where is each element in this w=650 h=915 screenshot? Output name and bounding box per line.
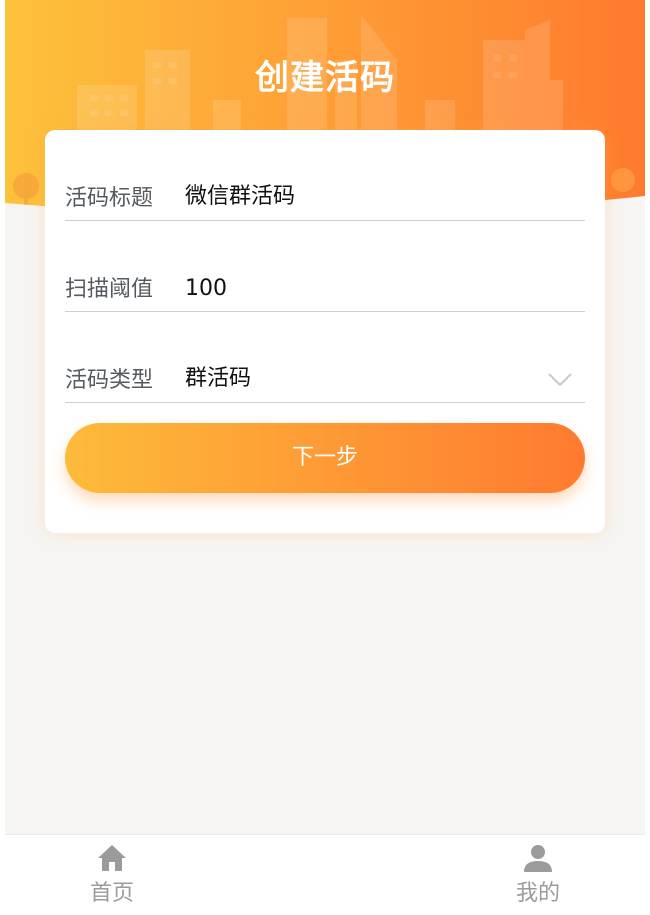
page-title: 创建活码 <box>255 58 395 98</box>
title-field-input[interactable]: 微信群活码 <box>185 178 295 210</box>
tab-home[interactable]: 首页 <box>72 843 152 907</box>
user-icon <box>524 845 552 872</box>
title-field-label: 活码标题 <box>65 186 154 211</box>
tab-mine-label: 我的 <box>515 881 560 906</box>
type-field-label: 活码类型 <box>65 368 154 393</box>
next-step-button[interactable]: 下一步 <box>65 423 585 493</box>
type-field-select[interactable]: 群活码 <box>185 360 251 392</box>
form-card: 活码标题 微信群活码 扫描阈值 100 活码类型 群活码 下一步 <box>45 130 605 533</box>
threshold-field-label: 扫描阈值 <box>65 277 154 302</box>
tab-home-label: 首页 <box>89 881 134 906</box>
threshold-field-input[interactable]: 100 <box>185 276 227 301</box>
title-field-row[interactable]: 活码标题 微信群活码 <box>65 160 585 221</box>
tab-mine[interactable]: 我的 <box>498 843 578 907</box>
threshold-field-row[interactable]: 扫描阈值 100 <box>65 251 585 312</box>
bottom-tab-bar: 首页 我的 <box>5 834 645 915</box>
home-icon <box>98 845 126 871</box>
chevron-down-icon[interactable] <box>547 372 573 388</box>
app-screen: 创建活码 活码标题 微信群活码 扫描阈值 100 活码类型 群活码 下一步 首页 <box>5 0 645 915</box>
type-field-row[interactable]: 活码类型 群活码 <box>65 342 585 403</box>
